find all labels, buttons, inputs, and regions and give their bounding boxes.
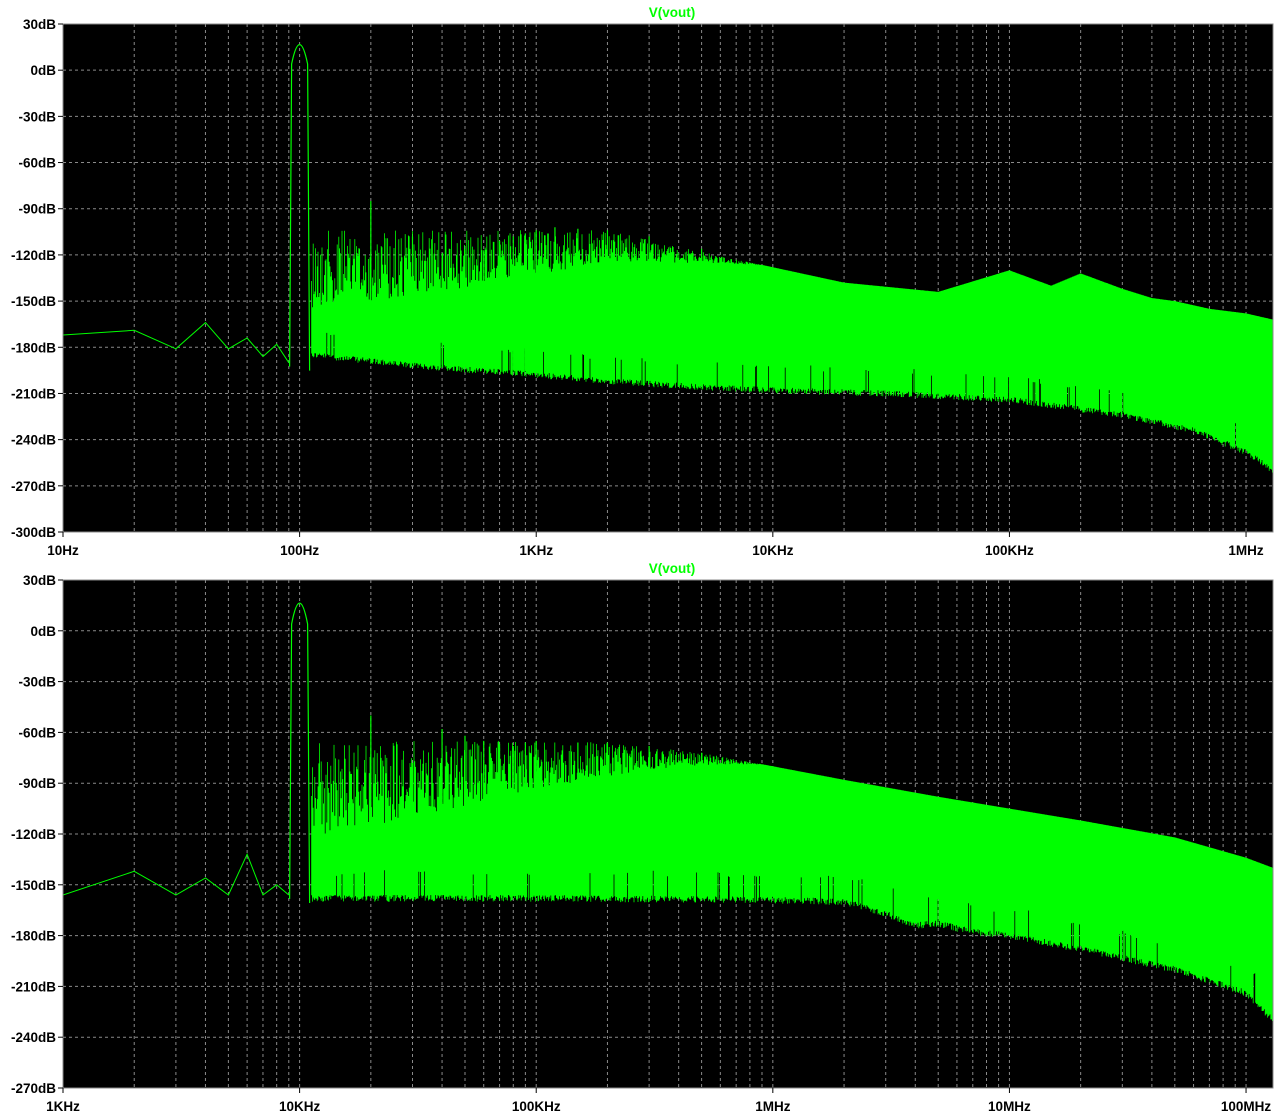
x-tick-label: 1KHz [46, 1099, 80, 1114]
x-tick-label: 1MHz [755, 1099, 791, 1114]
x-tick-label: 10KHz [752, 543, 794, 558]
y-tick-label: -60dB [18, 725, 56, 740]
y-tick-label: 30dB [23, 17, 56, 32]
plot-panel-1: V(vout) 30dB 0dB -30dB -60dB -90dB -120dB -150d… [11, 5, 1274, 558]
y-tick-label: -210dB [11, 979, 56, 994]
x-tick-label: 100KHz [985, 543, 1034, 558]
x-tick-label: 1KHz [519, 543, 553, 558]
y-tick-label: 30dB [23, 573, 56, 588]
x-tick-label: 100MHz [1221, 1099, 1272, 1114]
y-tick-label: -120dB [11, 248, 56, 263]
waveform-viewer: V(vout) 30dB 0dB -30dB -60dB -90dB -120dB -150d… [11, 5, 1274, 1114]
plot-window: V(vout) 30dB 0dB -30dB -60dB -90dB -120dB -150d… [0, 0, 1286, 1119]
y-tick-label: -180dB [11, 929, 56, 944]
y-tick-label: -180dB [11, 340, 56, 355]
y-tick-label: -90dB [18, 202, 56, 217]
x-tick-label: 10Hz [47, 543, 79, 558]
y-tick-label: -30dB [18, 109, 56, 124]
x-tick-label: 10MHz [988, 1099, 1031, 1114]
y-tick-label: -300dB [11, 525, 56, 540]
plot-panel-2: V(vout) 30dB 0dB -30dB -60dB -90dB -120dB -150d… [11, 561, 1274, 1114]
x-tick-label: 100Hz [280, 543, 319, 558]
x-tick-label: 1MHz [1228, 543, 1264, 558]
y-tick-label: -120dB [11, 827, 56, 842]
y-tick-label: -270dB [11, 479, 56, 494]
y-tick-label: -90dB [18, 776, 56, 791]
y-tick-label: -150dB [11, 878, 56, 893]
y-tick-label: -270dB [11, 1081, 56, 1096]
y-tick-label: -60dB [18, 156, 56, 171]
y-tick-label: -240dB [11, 1030, 56, 1045]
y-tick-label: -150dB [11, 294, 56, 309]
plot-title: V(vout) [649, 561, 696, 576]
plot-title: V(vout) [649, 5, 696, 20]
y-tick-label: -210dB [11, 386, 56, 401]
x-tick-label: 10KHz [279, 1099, 321, 1114]
x-tick-label: 100KHz [512, 1099, 561, 1114]
y-tick-label: -30dB [18, 675, 56, 690]
y-tick-label: 0dB [30, 624, 56, 639]
y-tick-label: -240dB [11, 433, 56, 448]
y-tick-label: 0dB [30, 63, 56, 78]
